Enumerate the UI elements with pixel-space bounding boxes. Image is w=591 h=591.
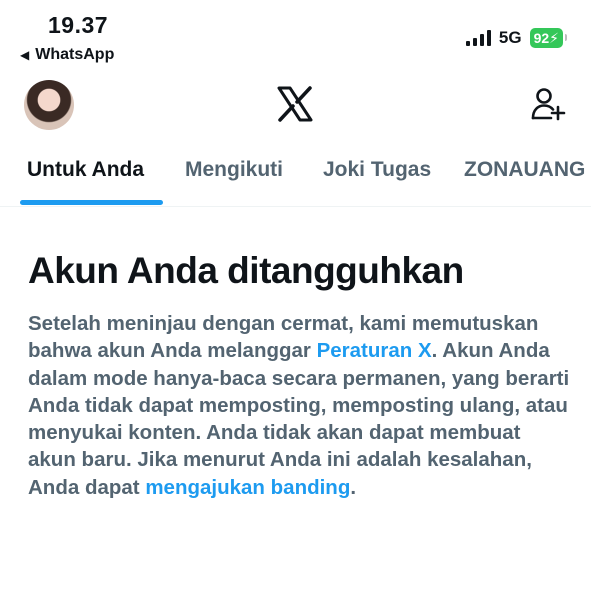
battery-level: 92 xyxy=(533,30,550,46)
timeline-tabs: Untuk Anda Mengikuti Joki Tugas ZONAUANG xyxy=(0,148,591,207)
back-arrow-icon: ◀ xyxy=(20,48,30,62)
active-tab-indicator xyxy=(20,200,163,205)
rules-link[interactable]: Peraturan X xyxy=(317,339,432,362)
battery-icon: 92⚡ xyxy=(529,28,568,48)
tab-mengikuti[interactable]: Mengikuti xyxy=(185,158,283,182)
network-label: 5G xyxy=(498,28,522,47)
page-title: Akun Anda ditangguhkan xyxy=(28,250,464,291)
x-logo-icon[interactable] xyxy=(275,84,315,124)
appeal-link[interactable]: mengajukan banding xyxy=(145,476,350,499)
add-user-icon[interactable] xyxy=(530,86,566,122)
app-header xyxy=(0,72,591,144)
status-bar: 19.37 ◀ WhatsApp 5G 92⚡ xyxy=(0,0,591,72)
signal-icon xyxy=(465,30,491,46)
tab-joki-tugas[interactable]: Joki Tugas xyxy=(323,158,431,182)
back-to-app-button[interactable]: ◀ WhatsApp xyxy=(20,46,114,64)
status-time: 19.37 xyxy=(48,12,109,38)
status-indicators: 5G 92⚡ xyxy=(465,28,568,48)
back-app-label: WhatsApp xyxy=(35,46,115,63)
tab-untuk-anda[interactable]: Untuk Anda xyxy=(27,158,144,182)
tab-zonauang[interactable]: ZONAUANG xyxy=(464,158,585,182)
suspension-message: Setelah meninjau dengan cermat, kami mem… xyxy=(28,310,573,501)
suspension-notice: Akun Anda ditangguhkan Setelah meninjau … xyxy=(28,250,573,501)
avatar[interactable] xyxy=(24,80,74,130)
message-text-3: . xyxy=(350,475,357,499)
